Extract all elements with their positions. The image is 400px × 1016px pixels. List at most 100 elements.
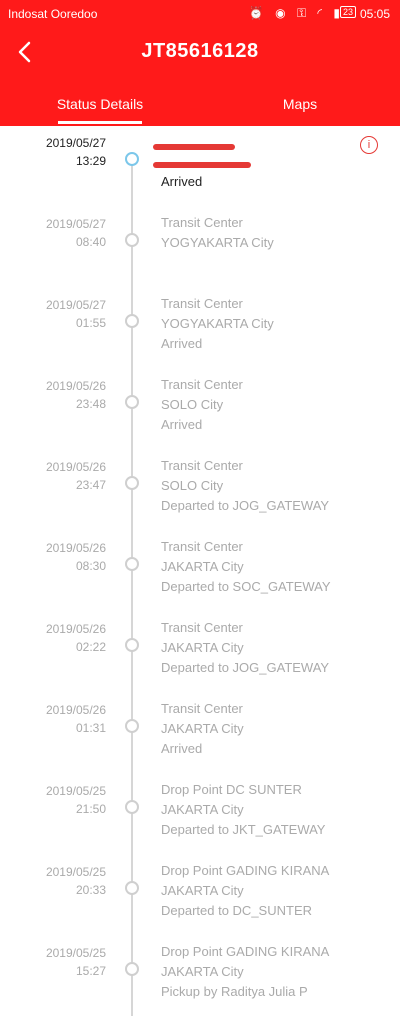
entry-time: 21:50 [75,802,106,816]
entry-line: JAKARTA City [161,559,244,574]
entry-date: 2019/05/26 [45,622,106,636]
entry-line: Departed to SOC_GATEWAY [161,579,331,594]
entry-time: 23:47 [75,478,106,492]
tab-label: Status Details [56,96,144,112]
entry-line: Transit Center [161,296,243,311]
entry-date: 2019/05/25 [45,865,106,879]
carrier-name: Indosat Ooredoo [8,7,98,21]
timeline-dot [125,314,139,328]
entry-date: 2019/05/27 [45,136,106,150]
entry-line: Transit Center [161,458,243,473]
entry-line: SOLO City [161,478,224,493]
timeline-dot [125,800,139,814]
entry-details: Transit Center SOLO City Departed to JOG_G… [161,456,329,516]
timeline-dot [125,719,139,733]
entry-datetime: 2019/05/25 15:27 [6,944,106,980]
entry-line: JAKARTA City [161,640,244,655]
entry-line: Transit Center [161,539,243,554]
entry-line: Drop Point DC SUNTER [161,782,302,797]
entry-line: Drop Point GADING KIRANA [161,863,330,878]
entry-time: 01:55 [75,316,106,330]
entry-datetime: 2019/05/26 01:31 [6,701,106,737]
timeline-dot [125,152,139,166]
entry-details: Transit Center JAKARTA City Departed to SO… [161,537,331,597]
entry-details: Transit Center YOGYAKARTA City Arrived [161,294,274,354]
entry-line: JAKARTA City [161,883,244,898]
entry-line: Arrived [161,417,203,432]
entry-line: JAKARTA City [161,721,244,736]
entry-line: Transit Center [161,215,243,230]
entry-line: Departed to JOG_GATEWAY [161,498,330,513]
entry-time: 13:29 [75,154,106,168]
entry-line: SOLO City [161,397,224,412]
entry-details: Transit Center SOLO City Arrived [161,375,243,435]
entry-time: 15:27 [75,964,106,978]
entry-details: Drop Point GADING KIRANA JAKARTA City Pick… [161,942,329,1002]
entry-date: 2019/05/27 [45,217,106,231]
entry-line: Transit Center [161,377,243,392]
entry-time: 08:40 [75,235,106,249]
entry-time: 20:33 [75,883,106,897]
entry-line: Arrived [161,336,203,351]
timeline-dot [125,233,139,247]
timeline-dot [125,557,139,571]
entry-line: YOGYAKARTA City [161,235,274,250]
timeline-dot [125,395,139,409]
info-icon[interactable]: i [360,136,378,154]
tab-maps[interactable]: Maps [240,88,360,126]
entry-details: Transit Center JAKARTA City Departed to JO… [161,618,329,678]
entry-datetime: 2019/05/26 23:48 [6,377,106,413]
entry-datetime: 2019/05/27 08:40 [6,215,106,251]
page-title: JT85616128 [141,40,259,62]
entry-datetime: 2019/05/25 21:50 [6,782,106,818]
timeline-dot [125,881,139,895]
tab-status-details[interactable]: Status Details [40,88,160,126]
entry-datetime: 2019/05/26 23:47 [6,458,106,494]
entry-line: Departed to JKT_GATEWAY [161,822,326,837]
entry-details: Transit Center JAKARTA City Arrived [161,699,244,759]
entry-details: Transit Center YOGYAKARTA City [161,213,274,253]
redaction-mark [153,144,235,150]
entry-datetime: 2019/05/27 01:55 [6,296,106,332]
entry-line: JAKARTA City [161,802,244,817]
entry-line: Drop Point GADING KIRANA [161,944,330,959]
entry-datetime: 2019/05/27 13:29 [6,134,106,170]
tracking-timeline: i 2019/05/27 13:29 Arrived 2019/05/27 08:40 T… [0,126,400,1016]
entry-line: Transit Center [161,701,243,716]
timeline-dot [125,962,139,976]
entry-date: 2019/05/27 [45,298,106,312]
entry-datetime: 2019/05/26 02:22 [6,620,106,656]
entry-line: Departed to JOG_GATEWAY [161,660,330,675]
entry-time: 23:48 [75,397,106,411]
entry-time: 02:22 [75,640,106,654]
clock: 05:05 [359,7,390,21]
entry-time: 08:30 [75,559,106,573]
entry-date: 2019/05/26 [45,541,106,555]
redaction-mark [153,162,251,168]
status-icons: ⏰ ◉ ⚿ ◜ ▮ [248,6,344,20]
entry-date: 2019/05/25 [45,946,106,960]
tab-label: Maps [282,96,318,112]
app-header: Indosat Ooredoo ⏰ ◉ ⚿ ◜ ▮ 23 05:05 JT856… [0,0,400,126]
entry-details: Drop Point GADING KIRANA JAKARTA City Depa… [161,861,329,921]
entry-date: 2019/05/26 [45,703,106,717]
entry-line: Arrived [161,741,203,756]
entry-datetime: 2019/05/25 20:33 [6,863,106,899]
entry-line: Departed to DC_SUNTER [161,903,312,918]
battery-indicator: 23 [339,6,356,18]
entry-line: JAKARTA City [161,964,244,979]
entry-line: Pickup by Raditya Julia P [161,984,308,999]
entry-line: Arrived [161,174,203,189]
tab-bar: Status Details Maps [0,88,400,126]
entry-line: YOGYAKARTA City [161,316,274,331]
entry-details: Arrived [161,172,202,192]
entry-date: 2019/05/26 [45,379,106,393]
entry-line: Transit Center [161,620,243,635]
timeline-dot [125,476,139,490]
entry-details: Drop Point DC SUNTER JAKARTA City Departed… [161,780,325,840]
status-bar: Indosat Ooredoo ⏰ ◉ ⚿ ◜ ▮ 23 05:05 [0,0,400,28]
entry-datetime: 2019/05/26 08:30 [6,539,106,575]
active-tab-indicator [58,121,142,124]
entry-date: 2019/05/26 [45,460,106,474]
timeline-dot [125,638,139,652]
